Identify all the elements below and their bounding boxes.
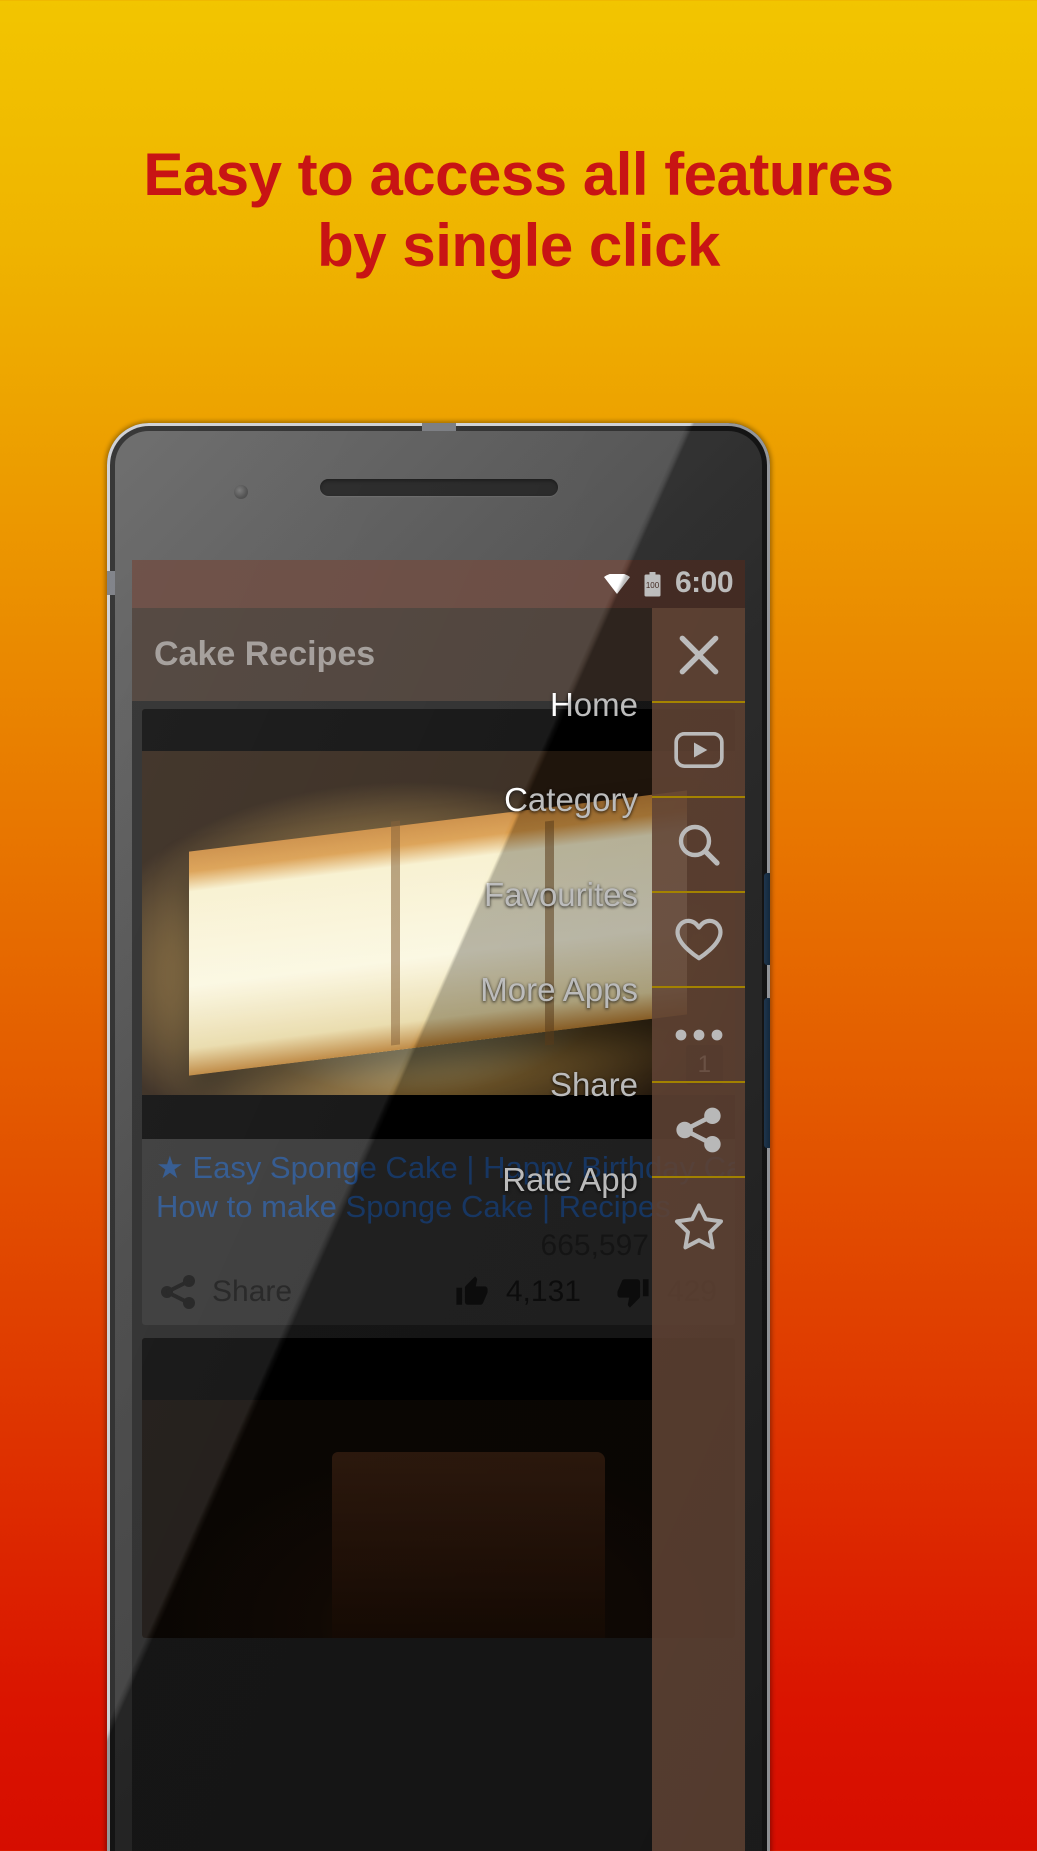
nav-item-more-apps[interactable]: More Apps xyxy=(232,942,652,1037)
power-button[interactable] xyxy=(764,873,770,965)
share-icon xyxy=(674,1107,724,1153)
drawer-rate-app-button[interactable] xyxy=(652,1178,745,1273)
search-icon xyxy=(675,821,723,869)
chocolate-cake-shape xyxy=(331,1451,605,1638)
phone-top-notch xyxy=(421,423,456,431)
share-button[interactable]: Share xyxy=(160,1274,293,1309)
nav-item-label: Favourites xyxy=(483,875,638,913)
front-camera-icon xyxy=(234,485,248,499)
youtube-play-icon xyxy=(673,730,724,770)
nav-item-favourites[interactable]: Favourites xyxy=(232,847,652,942)
nav-item-label: More Apps xyxy=(480,970,638,1008)
phone-earpiece xyxy=(319,479,558,496)
more-horizontal-icon xyxy=(673,1026,725,1044)
drawer-favourites-button[interactable] xyxy=(652,893,745,988)
nav-item-share[interactable]: Share xyxy=(232,1037,652,1132)
nav-item-category[interactable]: Category xyxy=(232,752,652,847)
thumbs-down-icon xyxy=(615,1275,651,1309)
star-outline-icon xyxy=(673,1201,725,1251)
close-icon xyxy=(674,630,724,680)
nav-item-label: Rate App xyxy=(502,1160,638,1198)
phone-screen: 100 6:00 Cake Recipes 1 ★ Easy Sponge Ca… xyxy=(132,560,745,1851)
heart-icon xyxy=(674,917,724,963)
drawer-icon-rail xyxy=(652,608,745,1851)
phone-side-nub xyxy=(107,571,115,595)
share-icon xyxy=(160,1274,196,1309)
status-bar: 100 6:00 xyxy=(132,560,745,608)
thumbs-up-icon xyxy=(454,1275,490,1309)
wifi-icon xyxy=(603,574,630,594)
drawer-search-button[interactable] xyxy=(652,798,745,893)
battery-icon: 100 xyxy=(644,571,661,597)
drawer-video-button[interactable] xyxy=(652,703,745,798)
video-thumbnail-chocolate-cake[interactable] xyxy=(142,1337,735,1638)
video-view-count: 665,597 xyxy=(540,1228,649,1262)
drawer-share-button[interactable] xyxy=(652,1083,745,1178)
nav-item-label: Category xyxy=(504,780,638,818)
headline-line-1: Easy to access all features xyxy=(143,141,894,208)
nav-item-label: Home xyxy=(549,685,638,723)
drawer-more-apps-button[interactable] xyxy=(652,988,745,1083)
like-count: 4,131 xyxy=(505,1274,581,1308)
nav-item-rate-app[interactable]: Rate App xyxy=(232,1132,652,1227)
drawer-close-button[interactable] xyxy=(652,608,745,703)
video-action-row: Share 4,131 429 xyxy=(142,1265,735,1325)
headline-line-2: by single click xyxy=(317,211,720,279)
nav-item-label: Share xyxy=(549,1065,638,1103)
video-card-2[interactable] xyxy=(142,1337,735,1638)
status-bar-clock: 6:00 xyxy=(674,566,734,599)
like-button[interactable]: 4,131 xyxy=(454,1275,581,1309)
nav-item-home[interactable]: Home xyxy=(232,657,652,752)
promo-headline: Easy to access all features by single cl… xyxy=(0,140,1037,282)
svg-text:100: 100 xyxy=(646,581,660,590)
phone-mockup: 100 6:00 Cake Recipes 1 ★ Easy Sponge Ca… xyxy=(107,423,770,1851)
share-label: Share xyxy=(212,1274,293,1308)
volume-button[interactable] xyxy=(764,998,770,1148)
